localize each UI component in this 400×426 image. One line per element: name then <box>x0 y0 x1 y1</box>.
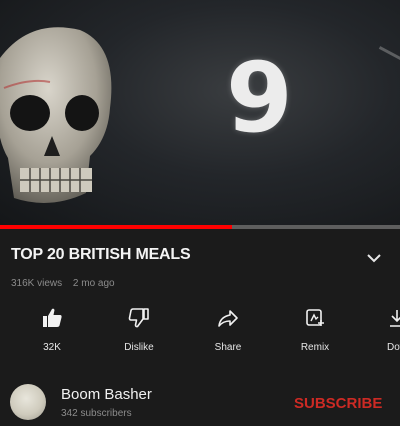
video-progress-fill <box>0 225 232 229</box>
upload-age: 2 mo ago <box>72 278 115 289</box>
thumbs-up-icon <box>43 308 62 327</box>
chevron-down-icon[interactable] <box>364 251 384 265</box>
download-icon <box>390 310 400 327</box>
remix-label: Remix <box>300 342 330 353</box>
share-icon <box>218 310 238 327</box>
like-count: 32K <box>43 342 61 353</box>
share-label: Share <box>214 342 242 353</box>
video-streak <box>368 46 400 87</box>
video-overlay-digit: 9 <box>226 42 293 154</box>
like-button[interactable]: 32K <box>17 306 87 360</box>
thumbs-down-icon <box>128 308 149 328</box>
skull-image <box>0 27 112 203</box>
video-player[interactable]: 9 <box>0 0 400 226</box>
download-button[interactable]: Dow <box>362 306 400 360</box>
share-button[interactable]: Share <box>193 306 263 360</box>
subscribe-button[interactable]: SUBSCRIBE <box>294 395 382 412</box>
dislike-label: Dislike <box>124 342 154 353</box>
action-bar: 32K Dislike Share Remix Dow <box>0 306 400 366</box>
remix-icon <box>306 309 324 326</box>
subscriber-count: 342 subscribers <box>61 408 132 419</box>
download-label: Dow <box>386 342 400 353</box>
channel-avatar[interactable] <box>10 384 46 420</box>
dislike-button[interactable]: Dislike <box>104 306 174 360</box>
remix-button[interactable]: Remix <box>280 306 350 360</box>
view-count: 316K views <box>11 278 63 289</box>
video-meta: 316K views 2 mo ago <box>11 278 115 289</box>
video-title: TOP 20 BRITISH MEALS <box>11 246 191 263</box>
channel-name[interactable]: Boom Basher <box>61 386 152 403</box>
video-progress-bar[interactable] <box>0 225 400 229</box>
